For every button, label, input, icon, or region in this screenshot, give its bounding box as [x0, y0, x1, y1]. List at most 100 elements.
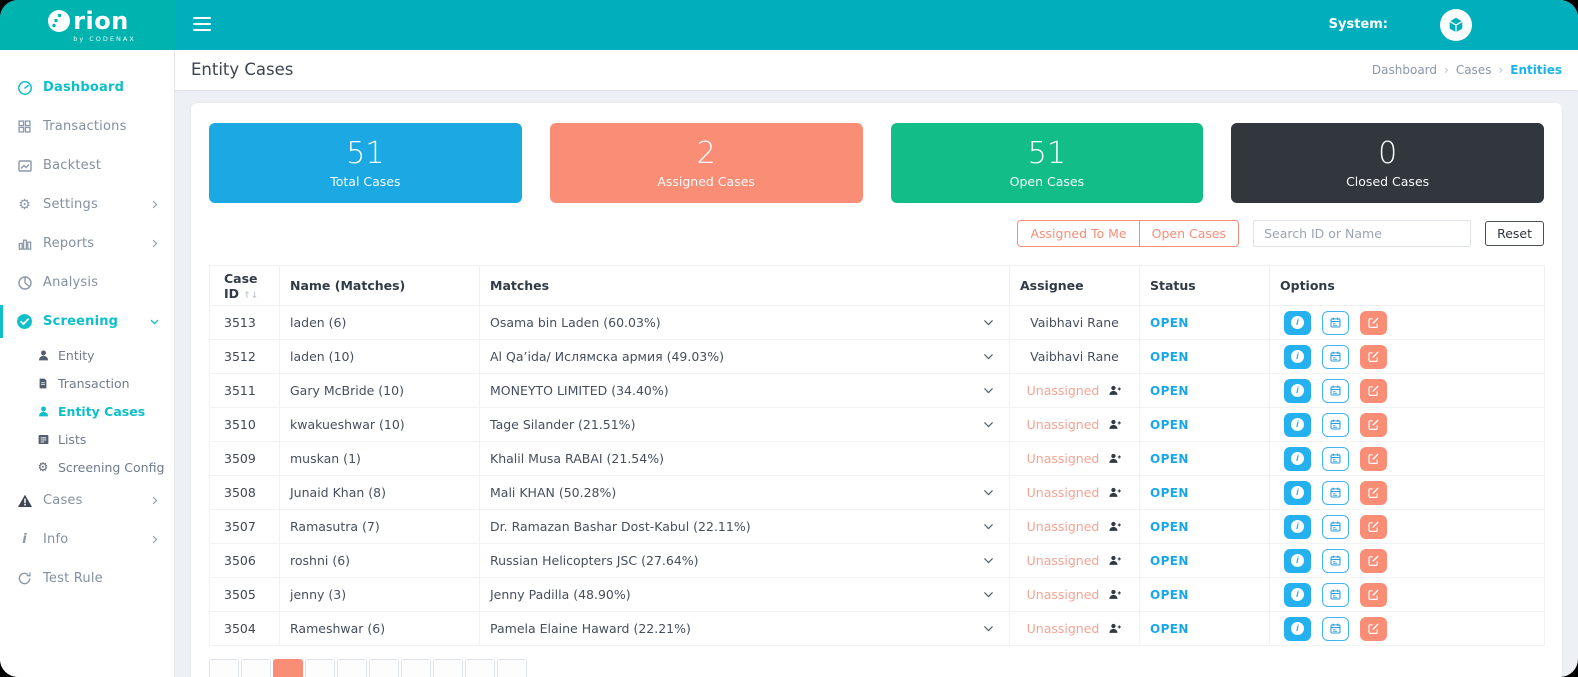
assigned-cases-card: 2 Assigned Cases	[550, 123, 863, 203]
chevron-down-icon[interactable]	[982, 350, 995, 363]
calendar-button[interactable]	[1322, 311, 1349, 335]
info-button[interactable]: i	[1284, 447, 1311, 471]
app-window: rion by CODENAX System: Dashboard	[0, 0, 1578, 677]
edit-button[interactable]	[1360, 345, 1387, 369]
assignee-cell: Unassigned	[1027, 621, 1100, 636]
calendar-button[interactable]	[1322, 379, 1349, 403]
assigned-to-me-filter-button[interactable]: Assigned To Me	[1017, 220, 1139, 247]
assign-user-icon[interactable]	[1108, 520, 1122, 533]
assignee-cell: Unassigned	[1027, 587, 1100, 602]
page-button[interactable]	[305, 659, 335, 677]
closed-cases-value: 0	[1378, 137, 1397, 172]
assign-user-icon[interactable]	[1108, 384, 1122, 397]
sidebar-item-reports[interactable]: Reports	[0, 224, 174, 263]
calendar-button[interactable]	[1322, 515, 1349, 539]
page-button[interactable]	[241, 659, 271, 677]
sidebar-item-cases[interactable]: Cases	[0, 481, 174, 520]
page-button[interactable]	[369, 659, 399, 677]
info-button[interactable]: i	[1284, 549, 1311, 573]
calendar-button[interactable]	[1322, 413, 1349, 437]
page-button[interactable]	[497, 659, 527, 677]
sidebar-item-backtest[interactable]: Backtest	[0, 146, 174, 185]
info-button[interactable]: i	[1284, 583, 1311, 607]
edit-button[interactable]	[1360, 515, 1387, 539]
page-button[interactable]	[337, 659, 367, 677]
system-selector[interactable]	[1440, 9, 1472, 41]
breadcrumb-cases[interactable]: Cases	[1456, 50, 1492, 90]
sidebar-item-dashboard[interactable]: Dashboard	[0, 68, 174, 107]
page-button[interactable]	[465, 659, 495, 677]
info-button[interactable]: i	[1284, 515, 1311, 539]
info-button[interactable]: i	[1284, 379, 1311, 403]
edit-button[interactable]	[1360, 481, 1387, 505]
main-card: 51 Total Cases 2 Assigned Cases 51 Open …	[191, 103, 1562, 677]
info-button[interactable]: i	[1284, 345, 1311, 369]
calendar-button[interactable]	[1322, 583, 1349, 607]
sidebar: Dashboard Transactions Backtest ⚙ Settin…	[0, 50, 175, 677]
assigned-cases-label: Assigned Cases	[657, 174, 755, 189]
chevron-down-icon[interactable]	[982, 384, 995, 397]
edit-button[interactable]	[1360, 617, 1387, 641]
sidebar-item-screening-config[interactable]: ⚙ Screening Config	[0, 453, 174, 481]
sidebar-item-entity[interactable]: Entity	[0, 341, 174, 369]
table-row: 3513 laden (6) Osama bin Laden (60.03%) …	[210, 306, 1545, 340]
info-button[interactable]: i	[1284, 311, 1311, 335]
name-cell: Gary McBride (10)	[290, 383, 404, 398]
chevron-down-icon[interactable]	[982, 486, 995, 499]
calendar-button[interactable]	[1322, 617, 1349, 641]
closed-cases-label: Closed Cases	[1346, 174, 1429, 189]
column-header-name: Name (Matches)	[280, 266, 480, 306]
edit-button[interactable]	[1360, 413, 1387, 437]
info-button[interactable]: i	[1284, 617, 1311, 641]
chevron-down-icon[interactable]	[982, 418, 995, 431]
page-button[interactable]	[401, 659, 431, 677]
sidebar-item-label: Entity Cases	[58, 404, 145, 419]
chevron-down-icon[interactable]	[982, 588, 995, 601]
assign-user-icon[interactable]	[1108, 486, 1122, 499]
sidebar-item-lists[interactable]: Lists	[0, 425, 174, 453]
calendar-button[interactable]	[1322, 345, 1349, 369]
calendar-button[interactable]	[1322, 481, 1349, 505]
sidebar-item-info[interactable]: i Info	[0, 520, 174, 559]
chevron-down-icon[interactable]	[982, 316, 995, 329]
page-button[interactable]	[209, 659, 239, 677]
assign-user-icon[interactable]	[1108, 554, 1122, 567]
sort-icon[interactable]: ↑↓	[243, 291, 258, 301]
assign-user-icon[interactable]	[1108, 622, 1122, 635]
page-button[interactable]	[273, 659, 303, 677]
chevron-down-icon[interactable]	[982, 554, 995, 567]
sidebar-item-screening[interactable]: Screening	[0, 302, 174, 341]
breadcrumb-dashboard[interactable]: Dashboard	[1372, 50, 1437, 90]
sidebar-item-transactions[interactable]: Transactions	[0, 107, 174, 146]
match-cell: Dr. Ramazan Bashar Dost-Kabul (22.11%)	[490, 519, 751, 534]
assign-user-icon[interactable]	[1108, 418, 1122, 431]
chevron-down-icon[interactable]	[982, 622, 995, 635]
edit-button[interactable]	[1360, 447, 1387, 471]
info-button[interactable]: i	[1284, 481, 1311, 505]
edit-button[interactable]	[1360, 311, 1387, 335]
edit-button[interactable]	[1360, 583, 1387, 607]
name-cell: Rameshwar (6)	[290, 621, 385, 636]
calendar-button[interactable]	[1322, 447, 1349, 471]
info-button[interactable]: i	[1284, 413, 1311, 437]
edit-button[interactable]	[1360, 549, 1387, 573]
open-cases-label: Open Cases	[1010, 174, 1084, 189]
sidebar-item-transaction[interactable]: Transaction	[0, 369, 174, 397]
sidebar-item-entity-cases[interactable]: Entity Cases	[0, 397, 174, 425]
page-button[interactable]	[433, 659, 463, 677]
filter-row: Assigned To Me Open Cases Reset	[209, 220, 1544, 247]
assign-user-icon[interactable]	[1108, 588, 1122, 601]
assign-user-icon[interactable]	[1108, 452, 1122, 465]
chevron-down-icon[interactable]	[982, 520, 995, 533]
edit-button[interactable]	[1360, 379, 1387, 403]
open-cases-filter-button[interactable]: Open Cases	[1139, 220, 1239, 247]
sidebar-item-settings[interactable]: ⚙ Settings	[0, 185, 174, 224]
column-header-case-id[interactable]: Case ID↑↓	[210, 266, 280, 306]
sidebar-item-test-rule[interactable]: Test Rule	[0, 559, 174, 598]
table-row: 3506 roshni (6) Russian Helicopters JSC …	[210, 544, 1545, 578]
search-input[interactable]	[1253, 220, 1471, 247]
sidebar-item-analysis[interactable]: Analysis	[0, 263, 174, 302]
reset-button[interactable]: Reset	[1485, 221, 1544, 246]
calendar-button[interactable]	[1322, 549, 1349, 573]
hamburger-menu-icon[interactable]	[193, 17, 211, 31]
